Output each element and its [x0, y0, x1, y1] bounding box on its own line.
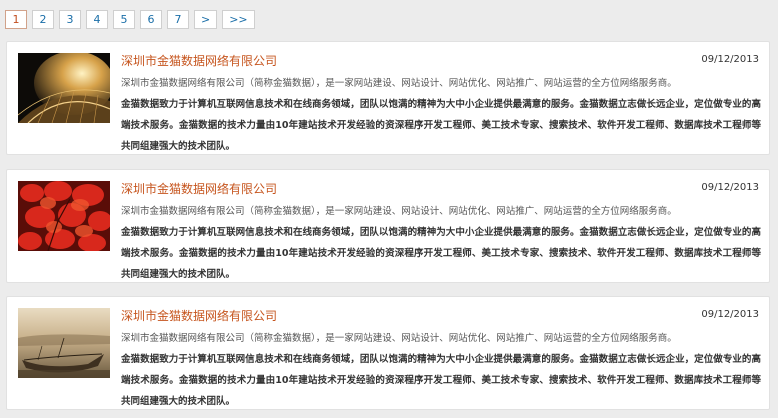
page-6-button[interactable]: 6: [140, 10, 162, 29]
article-description: 金猫数据致力于计算机互联网信息技术和在线商务领域，团队以饱满的精神为大中小企业提…: [121, 227, 761, 280]
page-3-button[interactable]: 3: [59, 10, 81, 29]
article-title-link[interactable]: 深圳市金猫数据网络有限公司: [121, 52, 277, 69]
page-1-button[interactable]: 1: [5, 10, 27, 29]
article-title-link[interactable]: 深圳市金猫数据网络有限公司: [121, 180, 277, 197]
article-card: 深圳市金猫数据网络有限公司 09/12/2013 深圳市金猫数据网络有限公司（简…: [6, 296, 770, 410]
page-4-button[interactable]: 4: [86, 10, 108, 29]
article-thumbnail[interactable]: [18, 308, 110, 378]
article-date: 09/12/2013: [701, 54, 759, 65]
page-5-button[interactable]: 5: [113, 10, 135, 29]
article-thumbnail[interactable]: [18, 53, 110, 123]
article-summary: 深圳市金猫数据网络有限公司（简称金猫数据），是一家网站建设、网站设计、网站优化、…: [121, 333, 677, 344]
article-description: 金猫数据致力于计算机互联网信息技术和在线商务领域，团队以饱满的精神为大中小企业提…: [121, 99, 761, 152]
article-card: 深圳市金猫数据网络有限公司 09/12/2013 深圳市金猫数据网络有限公司（简…: [6, 41, 770, 155]
article-thumbnail[interactable]: [18, 181, 110, 251]
pagination: 1 2 3 4 5 6 7 > >>: [5, 10, 255, 29]
last-page-button[interactable]: >>: [222, 10, 255, 29]
article-date: 09/12/2013: [701, 309, 759, 320]
article-summary: 深圳市金猫数据网络有限公司（简称金猫数据），是一家网站建设、网站设计、网站优化、…: [121, 78, 677, 89]
next-page-button[interactable]: >: [194, 10, 218, 29]
article-description: 金猫数据致力于计算机互联网信息技术和在线商务领域，团队以饱满的精神为大中小企业提…: [121, 354, 761, 407]
article-card: 深圳市金猫数据网络有限公司 09/12/2013 深圳市金猫数据网络有限公司（简…: [6, 169, 770, 283]
article-date: 09/12/2013: [701, 182, 759, 193]
article-title-link[interactable]: 深圳市金猫数据网络有限公司: [121, 307, 277, 324]
page-7-button[interactable]: 7: [167, 10, 189, 29]
article-summary: 深圳市金猫数据网络有限公司（简称金猫数据），是一家网站建设、网站设计、网站优化、…: [121, 206, 677, 217]
page-2-button[interactable]: 2: [32, 10, 54, 29]
